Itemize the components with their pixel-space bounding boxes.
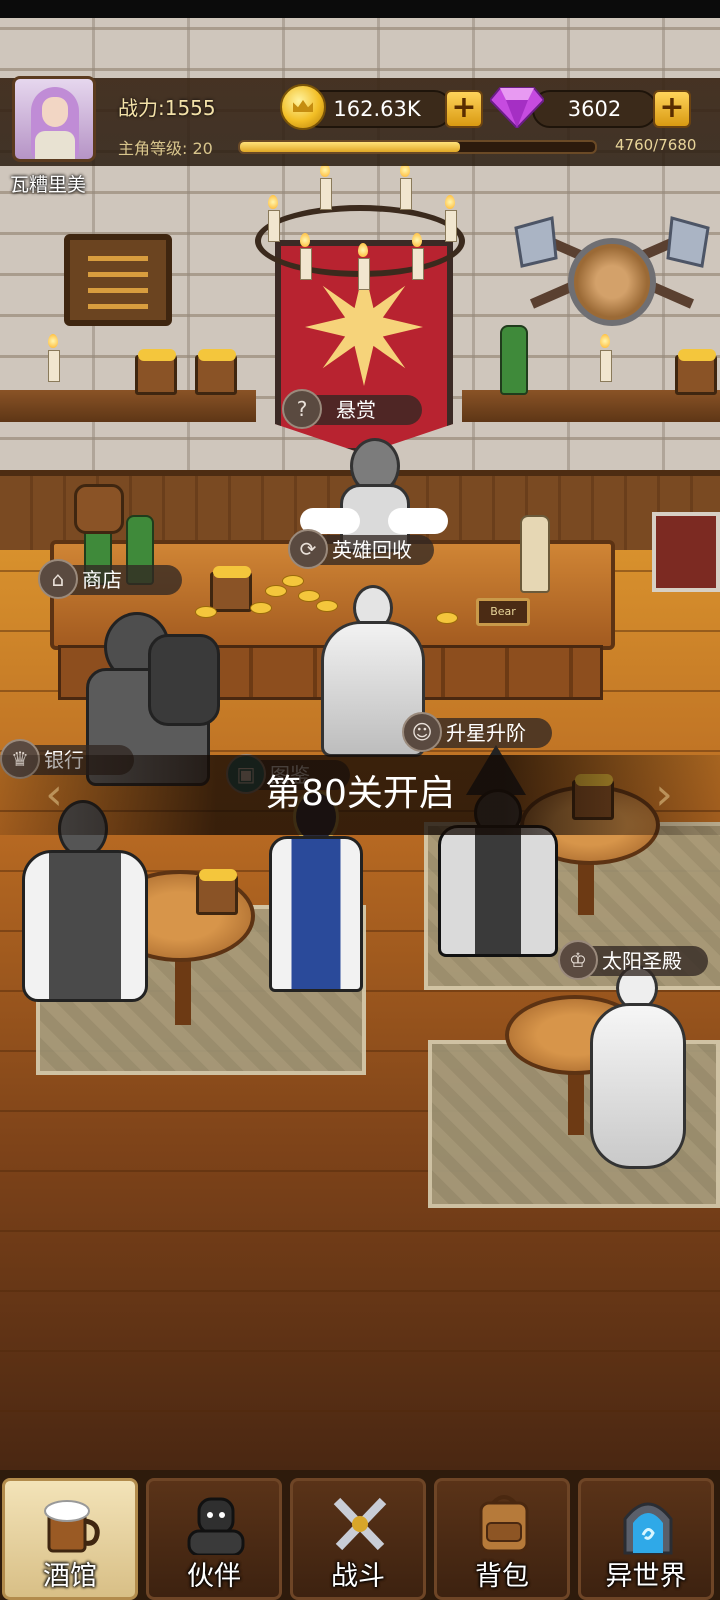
- chandelier-candle: [445, 210, 457, 242]
- candle-flame: [300, 233, 310, 247]
- gold-coin-decor: [282, 575, 304, 587]
- bounty-label: 悬赏: [336, 398, 376, 422]
- player-level: 主角等级: 20: [118, 139, 213, 158]
- nav-label-battle: 战斗: [331, 1561, 385, 1592]
- beer-mug-icon: [44, 1500, 100, 1553]
- status-strip: [0, 0, 720, 18]
- shop-label: 商店: [82, 568, 122, 592]
- upgrade-star-station-label[interactable]: ☺ 升星升阶: [402, 712, 552, 752]
- chandelier-candle: [320, 178, 332, 210]
- candle-flame: [268, 195, 278, 209]
- treasure-chest-decor: [652, 512, 720, 592]
- nav-label-tavern: 酒馆: [43, 1561, 97, 1592]
- recycle-icon: ⟳: [288, 529, 328, 569]
- stage-unlock-text: 第80关开启: [265, 773, 455, 814]
- chevron-right-icon[interactable]: ›: [644, 770, 684, 820]
- gold-coin-icon: [280, 84, 326, 130]
- exp-progress-bar: [238, 140, 597, 154]
- gold-coin-decor: [250, 602, 272, 614]
- companion-icon: [187, 1497, 245, 1555]
- add-gem-button[interactable]: +: [653, 90, 691, 128]
- nav-label-companions: 伙伴: [187, 1561, 241, 1592]
- menu-board: [64, 234, 172, 326]
- green-bottle-decor: [500, 325, 528, 395]
- chandelier-candle: [268, 210, 280, 242]
- hero-recycle-label: 英雄回收: [332, 538, 412, 562]
- sun-temple-station-label[interactable]: ♔ 太阳圣殿: [558, 940, 708, 980]
- round-shield-decor: [568, 238, 656, 326]
- nav-tab-companions[interactable]: 伙伴: [146, 1478, 282, 1600]
- cloud-decor: [388, 508, 448, 534]
- player-avatar[interactable]: [12, 76, 96, 162]
- candle-flame: [600, 334, 610, 348]
- crossed-swords-icon: [333, 1497, 387, 1551]
- beer-mug-decor: [195, 349, 237, 395]
- hero-recycle-station-label[interactable]: ⟳ 英雄回收: [288, 529, 434, 569]
- chandelier-candle: [358, 258, 370, 290]
- beer-mug-decor: [196, 869, 238, 915]
- gold-coin-decor: [436, 612, 458, 624]
- exp-progress-fill: [240, 142, 461, 152]
- player-name: 瓦糟里美: [10, 174, 87, 196]
- question-mark-icon: ?: [282, 389, 322, 429]
- nav-tab-tavern[interactable]: 酒馆: [2, 1478, 138, 1600]
- shop-stall-icon: ⌂: [38, 559, 78, 599]
- chandelier-candle: [400, 178, 412, 210]
- chandelier-candle: [300, 248, 312, 280]
- backpack-icon: [479, 1495, 529, 1553]
- nav-tab-otherworld[interactable]: 异世界: [578, 1478, 714, 1600]
- chandelier-candle: [412, 248, 424, 280]
- nav-tab-backpack[interactable]: 背包: [434, 1478, 570, 1600]
- gem-icon: [490, 87, 544, 128]
- person-silhouette-icon: ☺: [402, 712, 442, 752]
- nav-label-otherworld: 异世界: [605, 1561, 687, 1592]
- beer-mug-decor: [210, 566, 252, 612]
- candle-flame: [48, 334, 58, 348]
- beer-mug-decor: [675, 349, 717, 395]
- wall-candle: [600, 350, 612, 382]
- temple-crown-icon: ♔: [558, 940, 598, 980]
- white-bottle-decor: [520, 515, 550, 593]
- candle-flame: [358, 243, 368, 257]
- beer-mug-decor: [135, 349, 177, 395]
- barrel-decor: [74, 484, 124, 534]
- bounty-station-label[interactable]: ? 悬赏: [282, 389, 422, 429]
- gem-amount: 3602: [532, 90, 657, 128]
- add-gold-button[interactable]: +: [445, 90, 483, 128]
- candle-flame: [412, 233, 422, 247]
- wall-candle: [48, 350, 60, 382]
- nav-tab-battle[interactable]: 战斗: [290, 1478, 426, 1600]
- upgrade-star-label: 升星升阶: [446, 721, 526, 745]
- beer-sign: Bear: [476, 598, 530, 626]
- nav-label-backpack: 背包: [475, 1561, 529, 1592]
- sun-temple-npc[interactable]: [560, 965, 700, 1175]
- chevron-left-icon[interactable]: ‹: [34, 770, 74, 820]
- combat-power: 战力:1555: [118, 96, 216, 120]
- sun-temple-label: 太阳圣殿: [602, 949, 682, 973]
- candle-flame: [445, 195, 455, 209]
- exp-progress-text: 4760/7680: [615, 136, 697, 154]
- gold-coin-decor: [265, 585, 287, 597]
- portal-icon: [623, 1502, 673, 1555]
- shop-station-label[interactable]: ⌂ 商店: [38, 559, 182, 599]
